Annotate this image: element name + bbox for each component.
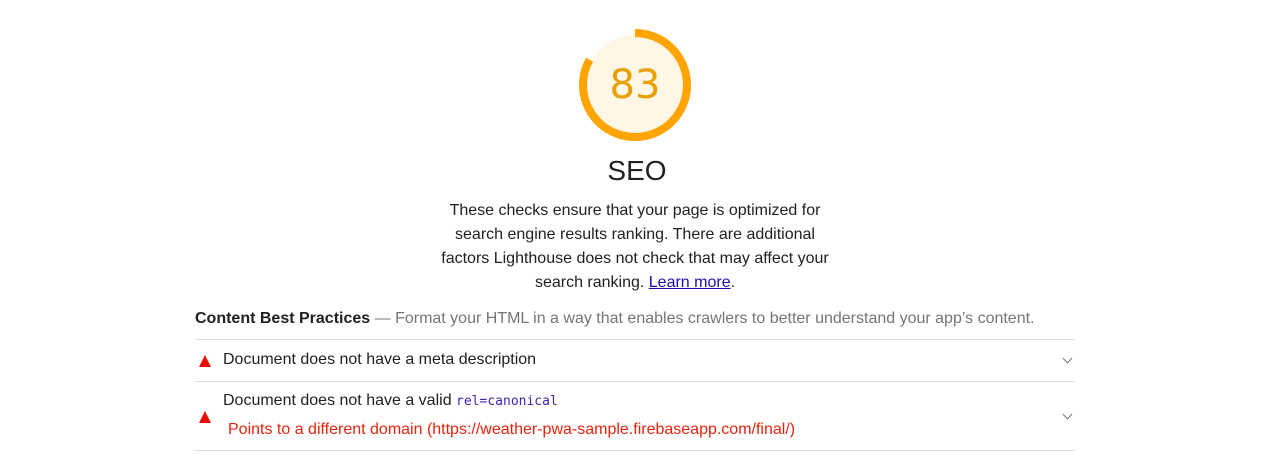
chevron-down-icon[interactable] xyxy=(1062,409,1073,420)
description-period: . xyxy=(730,274,736,291)
group-title: Content Best Practices xyxy=(195,310,371,327)
group-separator: — xyxy=(370,310,396,327)
divider xyxy=(195,450,1075,451)
category-description: These checks ensure that your page is op… xyxy=(430,199,840,295)
score-value: 83 xyxy=(609,62,661,108)
category-title: SEO xyxy=(607,155,667,186)
group-description: Format your HTML in a way that enables c… xyxy=(395,310,1035,327)
warning-triangle-icon xyxy=(199,355,211,367)
category-description-text: These checks ensure that your page is op… xyxy=(441,202,829,291)
audit-title-text: Document does not have a valid xyxy=(223,392,457,409)
audit-title: Document does not have a meta descriptio… xyxy=(223,351,537,368)
audit-meta-description[interactable]: Document does not have a meta descriptio… xyxy=(195,340,1075,381)
audit-title: Document does not have a valid rel=canon… xyxy=(223,391,558,412)
warning-triangle-icon xyxy=(199,411,211,423)
group-header: Content Best Practices — Format your HTM… xyxy=(195,309,1075,329)
audit-canonical[interactable]: Document does not have a valid rel=canon… xyxy=(195,382,1075,450)
lighthouse-seo-section: 83 SEO These checks ensure that your pag… xyxy=(0,0,1274,455)
learn-more-link[interactable]: Learn more xyxy=(649,274,731,291)
score-gauge: 83 xyxy=(578,28,692,142)
chevron-down-icon[interactable] xyxy=(1062,353,1073,364)
audit-title-code: rel=canonical xyxy=(456,394,558,409)
audit-explanation: Points to a different domain (https://we… xyxy=(228,421,796,438)
